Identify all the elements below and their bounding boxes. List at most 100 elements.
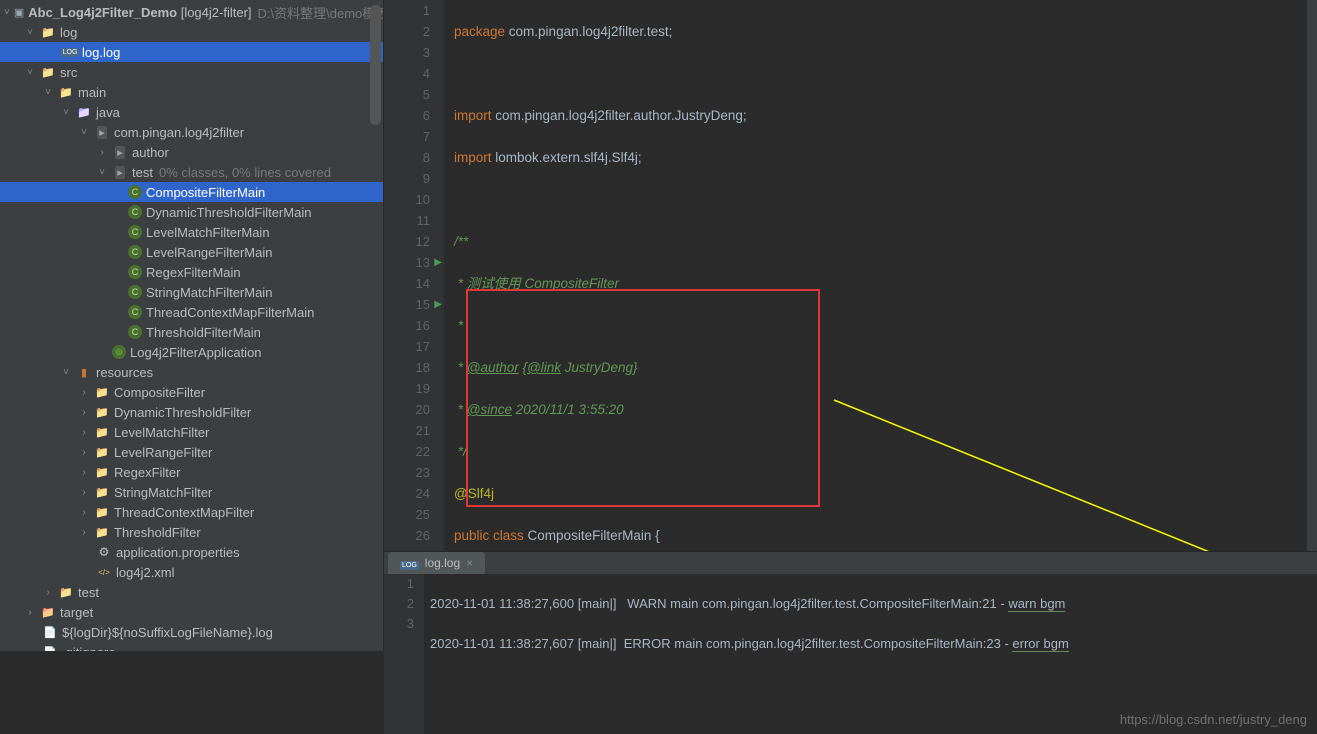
folder-icon (58, 584, 74, 600)
chevron-down-icon: ˅ (78, 127, 90, 138)
chevron-right-icon: › (78, 447, 90, 458)
folder-icon (94, 424, 110, 440)
class-icon (128, 225, 142, 239)
code-editor[interactable]: 1234567891011121314151617181920212223242… (384, 0, 1317, 551)
editor-gutter: 1234567891011121314151617181920212223242… (384, 0, 444, 551)
log-panel: log.log × 123 2020-11-01 11:38:27,600 [m… (384, 551, 1317, 651)
tree-folder-java[interactable]: ˅java (0, 102, 383, 122)
tree-folder-res-threadctx[interactable]: ›ThreadContextMapFilter (0, 502, 383, 522)
folder-icon (94, 524, 110, 540)
project-root[interactable]: ˅ Abc_Log4j2Filter_Demo [log4j2-filter] D… (0, 2, 383, 22)
package-icon (112, 164, 128, 180)
chevron-right-icon: › (78, 407, 90, 418)
project-name: Abc_Log4j2Filter_Demo (28, 5, 177, 20)
log-tab[interactable]: log.log × (388, 552, 485, 574)
folder-icon (94, 404, 110, 420)
close-icon[interactable]: × (466, 556, 473, 570)
chevron-right-icon: › (78, 527, 90, 538)
log-gutter: 123 (384, 574, 424, 734)
file-icon (42, 624, 58, 640)
watermark: https://blog.csdn.net/justry_deng (1120, 710, 1307, 730)
tree-folder-res-regex[interactable]: ›RegexFilter (0, 462, 383, 482)
sidebar-scrollbar[interactable] (370, 5, 381, 125)
properties-icon (96, 544, 112, 560)
tree-folder-res-strmatch[interactable]: ›StringMatchFilter (0, 482, 383, 502)
class-icon (128, 265, 142, 279)
tree-folder-main[interactable]: ˅main (0, 82, 383, 102)
log-file-icon (400, 556, 419, 570)
tree-folder-log[interactable]: ˅log (0, 22, 383, 42)
module-label: [log4j2-filter] (181, 5, 252, 20)
tree-folder-src[interactable]: ˅src (0, 62, 383, 82)
spring-boot-icon (112, 345, 126, 359)
code-area[interactable]: package com.pingan.log4j2filter.test; im… (444, 0, 1317, 551)
tree-class-composite[interactable]: CompositeFilterMain (0, 182, 383, 202)
tree-folder-res-threshold[interactable]: ›ThresholdFilter (0, 522, 383, 542)
folder-icon (94, 464, 110, 480)
tree-class-threadctx[interactable]: ThreadContextMapFilterMain (0, 302, 383, 322)
log-tabs: log.log × (384, 552, 1317, 574)
project-tree-panel[interactable]: ˅ Abc_Log4j2Filter_Demo [log4j2-filter] D… (0, 0, 384, 651)
chevron-right-icon: › (78, 427, 90, 438)
tree-folder-res-levelrange[interactable]: ›LevelRangeFilter (0, 442, 383, 462)
log-file-icon (62, 44, 78, 60)
chevron-right-icon: › (78, 507, 90, 518)
log-tab-label: log.log (425, 556, 460, 570)
chevron-right-icon: › (24, 607, 36, 618)
folder-icon (94, 444, 110, 460)
tree-class-strmatch[interactable]: StringMatchFilterMain (0, 282, 383, 302)
coverage-label: 0% classes, 0% lines covered (159, 165, 331, 180)
tree-folder-res-levelmatch[interactable]: ›LevelMatchFilter (0, 422, 383, 442)
chevron-down-icon: ˅ (60, 107, 72, 118)
chevron-down-icon: ˅ (24, 27, 36, 38)
file-icon (42, 644, 58, 651)
tree-package-author[interactable]: ›author (0, 142, 383, 162)
tree-folder-resources[interactable]: ˅resources (0, 362, 383, 382)
package-icon (94, 124, 110, 140)
class-icon (128, 185, 142, 199)
folder-icon (94, 484, 110, 500)
class-icon (128, 245, 142, 259)
folder-icon (40, 64, 56, 80)
tree-class-levelmatch[interactable]: LevelMatchFilterMain (0, 222, 383, 242)
tree-file-xml[interactable]: log4j2.xml (0, 562, 383, 582)
chevron-down-icon: ˅ (24, 67, 36, 78)
tree-file-loglog[interactable]: log.log (0, 42, 383, 62)
folder-icon (94, 384, 110, 400)
tree-folder-res-composite[interactable]: ›CompositeFilter (0, 382, 383, 402)
xml-icon (96, 564, 112, 580)
target-folder-icon (40, 604, 56, 620)
tree-class-threshold[interactable]: ThresholdFilterMain (0, 322, 383, 342)
tree-file-props[interactable]: application.properties (0, 542, 383, 562)
chevron-down-icon: ˅ (42, 87, 54, 98)
tree-class-regex[interactable]: RegexFilterMain (0, 262, 383, 282)
tree-file-gitignore[interactable]: .gitignore (0, 642, 383, 651)
folder-icon (40, 24, 56, 40)
chevron-right-icon: › (96, 147, 108, 158)
tree-folder-target[interactable]: ›target (0, 602, 383, 622)
chevron-right-icon: › (42, 587, 54, 598)
log-output[interactable]: 2020-11-01 11:38:27,600 [main|] WARN mai… (424, 574, 1317, 734)
tree-package-test[interactable]: ˅test0% classes, 0% lines covered (0, 162, 383, 182)
module-icon (14, 4, 24, 20)
class-icon (128, 325, 142, 339)
chevron-right-icon: › (78, 387, 90, 398)
tree-class-dynthresh[interactable]: DynamicThresholdFilterMain (0, 202, 383, 222)
tree-file-logtpl[interactable]: ${logDir}${noSuffixLogFileName}.log (0, 622, 383, 642)
chevron-down-icon: ˅ (4, 7, 10, 18)
tree-class-levelrange[interactable]: LevelRangeFilterMain (0, 242, 383, 262)
resources-folder-icon (76, 364, 92, 380)
class-icon (128, 305, 142, 319)
project-path: D:\资料整理\demo模板 (258, 3, 384, 22)
editor-minimap[interactable] (1307, 0, 1317, 551)
tree-folder-test[interactable]: ›test (0, 582, 383, 602)
class-icon (128, 205, 142, 219)
chevron-right-icon: › (78, 487, 90, 498)
tree-class-app[interactable]: Log4j2FilterApplication (0, 342, 383, 362)
class-icon (128, 285, 142, 299)
chevron-right-icon: › (78, 467, 90, 478)
tree-package[interactable]: ˅com.pingan.log4j2filter (0, 122, 383, 142)
folder-icon (94, 504, 110, 520)
sources-folder-icon (76, 104, 92, 120)
tree-folder-res-dynthresh[interactable]: ›DynamicThresholdFilter (0, 402, 383, 422)
